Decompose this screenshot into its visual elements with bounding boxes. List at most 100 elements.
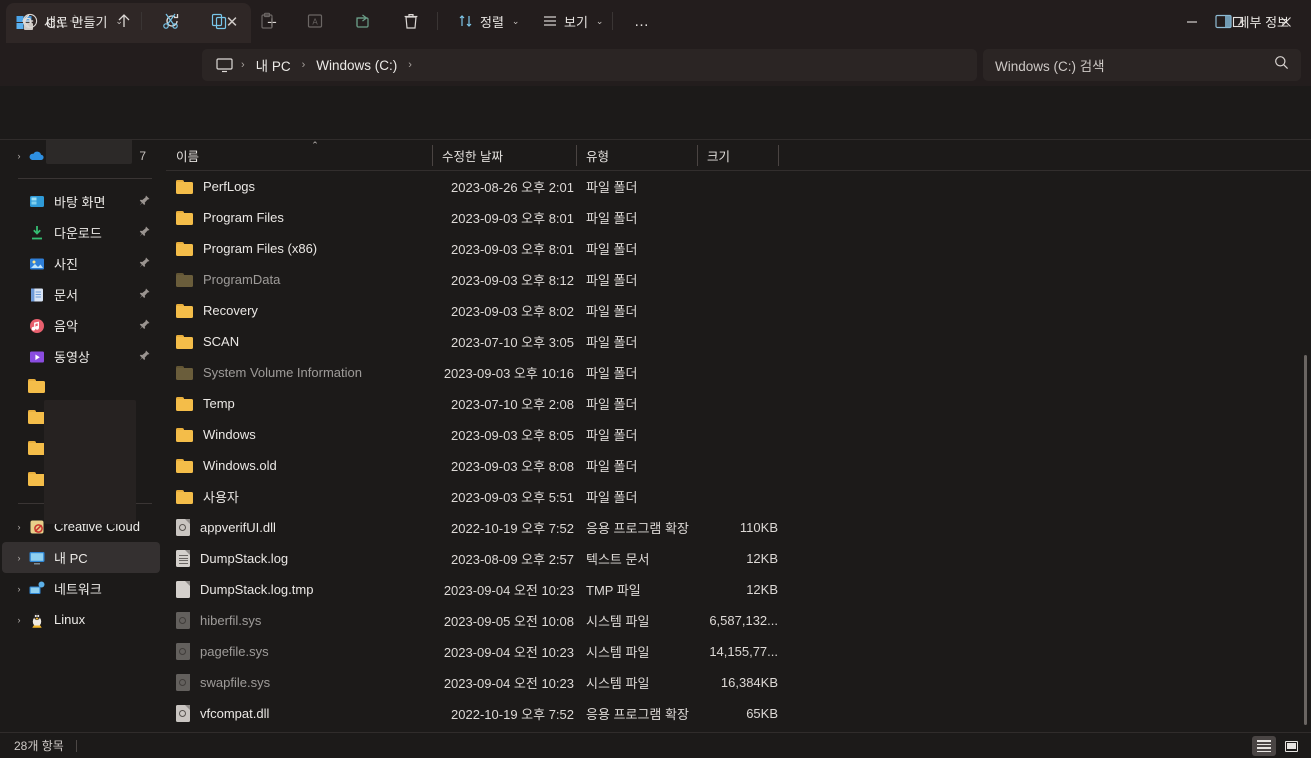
search-icon[interactable] [1274,55,1289,75]
table-row[interactable]: appverifUI.dll2022-10-19 오후 7:52응용 프로그램 … [166,512,1311,543]
file-type-cell: 파일 폴더 [586,301,637,320]
sidebar-item-this-pc[interactable]: › 내 PC [2,542,160,573]
system-file-icon [176,612,190,629]
view-button[interactable]: 보기 ⌄ [534,6,611,36]
sidebar-item-folder-1[interactable] [2,372,160,403]
column-divider[interactable] [778,145,779,166]
delete-button[interactable] [394,6,428,36]
search-box[interactable]: Windows (C:) 검색 [983,49,1301,81]
pin-icon[interactable] [138,225,152,239]
table-row[interactable]: ProgramData2023-09-03 오후 8:12파일 폴더 [166,264,1311,295]
breadcrumb-separator[interactable]: › [300,59,308,71]
status-divider [76,740,77,752]
table-row[interactable]: Recovery2023-09-03 오후 8:02파일 폴더 [166,295,1311,326]
paste-icon [258,12,276,30]
column-header-name[interactable]: 이름 [166,140,432,171]
column-header-type[interactable]: 유형 [576,140,697,171]
file-name: PerfLogs [203,179,255,194]
vertical-scrollbar[interactable] [1304,355,1307,725]
pin-icon[interactable] [138,256,152,270]
videos-icon [28,348,46,366]
file-date-cell: 2023-09-05 오전 10:08 [432,611,574,630]
pin-icon[interactable] [138,349,152,363]
address-bar[interactable]: › 내 PC › Windows (C:) › [202,49,977,81]
table-row[interactable]: Temp2023-07-10 오후 2:08파일 폴더 [166,388,1311,419]
folder-icon [176,366,193,380]
file-type-cell: 시스템 파일 [586,611,649,630]
sidebar-item-downloads[interactable]: 다운로드 [2,217,160,248]
copy-button[interactable] [202,6,236,36]
column-header-label: 유형 [586,146,609,165]
search-input[interactable]: Windows (C:) 검색 [995,55,1274,75]
sidebar-item-music[interactable]: 음악 [2,310,160,341]
sidebar-item-network[interactable]: › 네트워크 [2,573,160,604]
monitor-icon[interactable] [216,58,233,73]
dll-file-icon [176,519,190,536]
table-row[interactable]: Program Files (x86)2023-09-03 오후 8:01파일 … [166,233,1311,264]
column-header-size[interactable]: 크기 [697,140,778,171]
file-list-pane: 이름 ⌃ 수정한 날짜 유형 크기 PerfLogs2023-08-26 오후 … [166,140,1311,732]
file-name-cell: Program Files (x86) [176,241,317,256]
table-row[interactable]: PerfLogs2023-08-26 오후 2:01파일 폴더 [166,171,1311,202]
details-pane-icon [1215,14,1232,29]
more-options-button[interactable]: … [626,6,658,36]
table-row[interactable]: vfcompat.dll2022-10-19 오후 7:52응용 프로그램 확장… [166,698,1311,729]
file-date-cell: 2023-09-04 오전 10:23 [432,580,574,599]
sidebar-item-label: 음악 [54,316,78,335]
expand-chevron-icon[interactable]: › [10,151,28,161]
sort-button[interactable]: 정렬 ⌄ [450,6,527,36]
sidebar-item-label: 내 PC [54,548,88,567]
column-header-date[interactable]: 수정한 날짜 [432,140,576,171]
sidebar-item-onedrive[interactable]: › 7 [2,140,160,171]
file-type-cell: 텍스트 문서 [586,549,649,568]
folder-icon [176,180,193,194]
table-row[interactable]: swapfile.sys2023-09-04 오전 10:23시스템 파일16,… [166,667,1311,698]
pin-icon[interactable] [138,287,152,301]
dll-file-icon [176,705,190,722]
tiles-view-icon[interactable] [1279,736,1303,756]
file-date-cell: 2023-09-03 오후 8:01 [432,239,574,258]
table-row[interactable]: pagefile.sys2023-09-04 오전 10:23시스템 파일14,… [166,636,1311,667]
folder-icon [176,304,193,318]
new-button[interactable]: 새로 만들기 ⌄ [14,6,131,36]
table-row[interactable]: 사용자2023-09-03 오후 5:51파일 폴더 [166,481,1311,512]
table-row[interactable]: System Volume Information2023-09-03 오후 1… [166,357,1311,388]
table-row[interactable]: hiberfil.sys2023-09-05 오전 10:08시스템 파일6,5… [166,605,1311,636]
table-row[interactable]: SCAN2023-07-10 오후 3:05파일 폴더 [166,326,1311,357]
table-row[interactable]: Windows2023-09-03 오후 8:05파일 폴더 [166,419,1311,450]
paste-button[interactable] [250,6,284,36]
sidebar-item-pictures[interactable]: 사진 [2,248,160,279]
expand-chevron-icon[interactable]: › [10,584,28,594]
table-row[interactable]: DumpStack.log2023-08-09 오후 2:57텍스트 문서12K… [166,543,1311,574]
expand-chevron-icon[interactable]: › [10,522,28,532]
system-file-icon [176,674,190,691]
table-row[interactable]: Windows.old2023-09-03 오후 8:08파일 폴더 [166,450,1311,481]
file-size-cell: 110KB [646,520,778,535]
sidebar-item-documents[interactable]: 문서 [2,279,160,310]
breadcrumb-windows-c[interactable]: Windows (C:) [309,55,404,76]
folder-icon [176,335,193,349]
sidebar-item-videos[interactable]: 동영상 [2,341,160,372]
file-name: 사용자 [203,487,239,506]
sidebar-item-linux[interactable]: › Linux [2,604,160,635]
sidebar-item-desktop[interactable]: 바탕 화면 [2,186,160,217]
file-name-cell: System Volume Information [176,365,362,380]
table-row[interactable]: Program Files2023-09-03 오후 8:01파일 폴더 [166,202,1311,233]
breadcrumb-separator[interactable]: › [406,59,414,71]
toolbar-divider [437,12,438,30]
pin-icon[interactable] [138,194,152,208]
pin-icon[interactable] [138,318,152,332]
expand-chevron-icon[interactable]: › [10,615,28,625]
file-name: System Volume Information [203,365,362,380]
chevron-down-icon: ⌄ [512,16,520,27]
breadcrumb-separator[interactable]: › [239,59,247,71]
cut-button[interactable] [154,6,188,36]
rename-button[interactable]: A [298,6,332,36]
list-view-icon[interactable] [1252,736,1276,756]
breadcrumb-this-pc[interactable]: 내 PC [249,52,298,78]
file-size-cell: 65KB [646,706,778,721]
table-row[interactable]: DumpStack.log.tmp2023-09-04 오전 10:23TMP … [166,574,1311,605]
expand-chevron-icon[interactable]: › [10,553,28,563]
share-button[interactable] [346,6,380,36]
details-pane-button[interactable]: 세부 정보 [1207,6,1297,36]
